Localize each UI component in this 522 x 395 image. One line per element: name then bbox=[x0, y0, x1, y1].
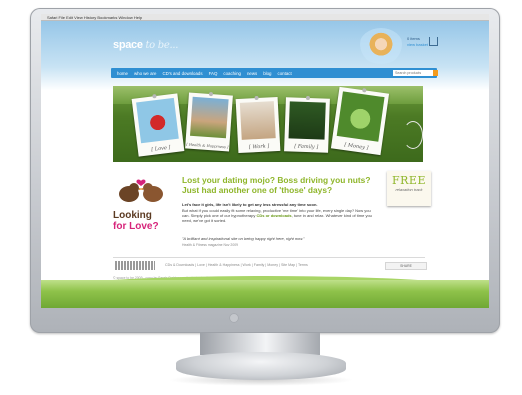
screen: Safari File Edit View History Bookmarks … bbox=[41, 14, 489, 308]
nav-contact[interactable]: contact bbox=[278, 71, 292, 76]
testimonial-quote: "A brilliant and inspirational site on b… bbox=[182, 236, 305, 241]
view-basket-link[interactable]: view basket bbox=[407, 42, 428, 48]
footer-divider bbox=[113, 257, 425, 258]
logo-main: space bbox=[113, 39, 143, 51]
nav-blog[interactable]: blog bbox=[263, 71, 271, 76]
caption-love: [ Love ] bbox=[151, 144, 171, 153]
cds-downloads-link[interactable]: CDs or downloads bbox=[257, 213, 292, 218]
promo-title: Looking for Love? bbox=[113, 210, 183, 232]
caption-work: [ Work ] bbox=[248, 143, 270, 151]
apple-logo-icon bbox=[229, 313, 239, 323]
headphones-girl-icon bbox=[359, 28, 403, 64]
grass-footer bbox=[41, 280, 489, 308]
promo-title-line2: for Love? bbox=[113, 221, 159, 232]
share-button[interactable]: SHARE bbox=[385, 262, 427, 270]
free-relaxation-card[interactable]: FREE relaxation track bbox=[387, 171, 431, 206]
basket-summary[interactable]: 0 items view basket bbox=[407, 36, 428, 48]
polaroid-health[interactable]: [ Health & Happiness ] bbox=[185, 91, 233, 152]
earphones-icon bbox=[403, 121, 423, 149]
search-go-button[interactable] bbox=[433, 70, 438, 76]
promo-title-line1: Looking bbox=[113, 210, 152, 221]
love-birds-icon bbox=[119, 179, 163, 202]
nav-faq[interactable]: FAQ bbox=[209, 71, 218, 76]
monitor-stand-base bbox=[176, 352, 346, 380]
hero-banner: [ Love ] [ Health & Happiness ] [ Work ]… bbox=[113, 86, 423, 162]
polaroid-love[interactable]: [ Love ] bbox=[131, 93, 185, 157]
nav-news[interactable]: news bbox=[247, 71, 257, 76]
logo-accent: to be... bbox=[145, 40, 179, 51]
polaroid-family[interactable]: [ Family ] bbox=[284, 95, 330, 153]
polaroid-money[interactable]: [ Money ] bbox=[330, 86, 390, 156]
os-menubar[interactable]: Safari File Edit View History Bookmarks … bbox=[41, 14, 489, 21]
caption-money: [ Money ] bbox=[343, 142, 369, 152]
partner-logos bbox=[115, 261, 155, 270]
free-label: FREE bbox=[392, 174, 426, 187]
nav-who-we-are[interactable]: who we are bbox=[134, 71, 156, 76]
nav-coaching[interactable]: coaching bbox=[223, 71, 241, 76]
testimonial-source: Health & Fitness magazine Nov 2009 bbox=[182, 243, 238, 247]
footer-links[interactable]: CDs & Downloads | Love | Health & Happin… bbox=[165, 263, 308, 267]
promo-headline: Lost your dating mojo? Boss driving you … bbox=[182, 175, 371, 195]
nav-cds-downloads[interactable]: CD's and downloads bbox=[162, 71, 202, 76]
nav-home[interactable]: home bbox=[117, 71, 128, 76]
caption-family: [ Family ] bbox=[294, 143, 319, 151]
free-sublabel: relaxation track bbox=[395, 187, 423, 192]
promo-body: But what if you could easily fit some re… bbox=[182, 208, 378, 224]
basket-icon[interactable] bbox=[429, 37, 438, 46]
polaroid-work[interactable]: [ Work ] bbox=[235, 95, 281, 154]
caption-health: [ Health & Happiness ] bbox=[186, 142, 229, 150]
site-logo[interactable]: space to be... bbox=[113, 39, 178, 51]
main-nav: home who we are CD's and downloads FAQ c… bbox=[111, 68, 438, 78]
promo-intro: Let's face it girls, life isn't likely t… bbox=[182, 202, 318, 207]
search-input[interactable] bbox=[393, 70, 433, 76]
